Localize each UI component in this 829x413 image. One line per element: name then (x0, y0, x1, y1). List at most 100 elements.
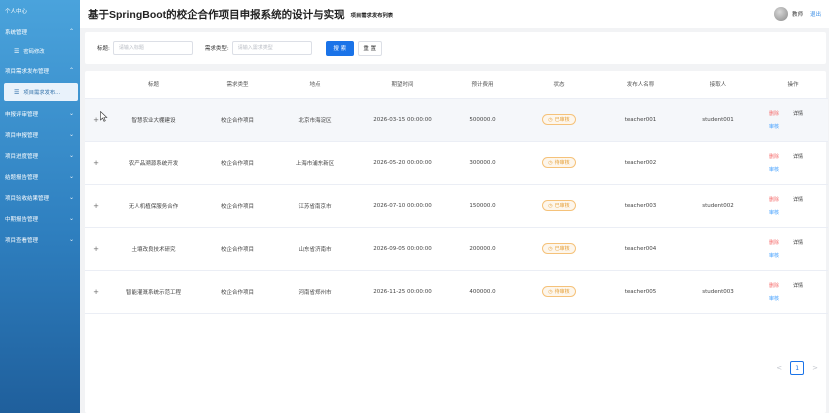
cell-title: 智慧农业大棚建设 (131, 117, 176, 124)
detail-button[interactable]: 详情 (793, 196, 817, 203)
cell-time: 2026-05-20 00:00:00 (373, 159, 432, 166)
logout-link[interactable]: 退出 (810, 10, 821, 18)
cell-receiver: student003 (702, 288, 734, 295)
chevron-down-icon: ⌄ (68, 152, 74, 159)
cell-actions: 删除 详情 审核 (758, 227, 828, 270)
cell-location: 北京市海淀区 (298, 117, 332, 124)
mouse-cursor-icon (100, 111, 108, 122)
chevron-down-icon: ⌄ (68, 110, 74, 117)
sidebar-item-progress[interactable]: 项目进度管理 ⌄ (0, 145, 80, 166)
table-row[interactable]: + 农产品溯源系统开发 校企合作项目 上海市浦东新区 2026-05-20 00:00:… (85, 141, 828, 184)
sidebar-item-profile[interactable]: 个人中心 (0, 0, 80, 21)
chevron-up-icon: ⌃ (68, 28, 74, 35)
chevron-down-icon: ⌄ (68, 236, 74, 243)
menu-icon: ☰ (14, 88, 20, 96)
cell-type: 校企合作项目 (220, 203, 254, 210)
delete-button[interactable]: 删除 (769, 153, 793, 160)
title-label: 标题: (97, 46, 110, 52)
cell-status: ◷ 待审核 (515, 141, 603, 184)
cell-actions: 删除 详情 审核 (758, 98, 828, 141)
audit-button[interactable]: 审核 (769, 252, 793, 259)
reset-button[interactable]: 重 置 (357, 40, 382, 56)
status-text: 已审核 (554, 203, 570, 209)
column-header-cost: 预计费用 (450, 71, 515, 99)
cell-receiver: student002 (702, 202, 734, 209)
clock-icon: ◷ (548, 159, 553, 166)
cell-cost: 300000.0 (469, 159, 496, 166)
detail-button[interactable]: 详情 (793, 153, 817, 160)
audit-button[interactable]: 审核 (769, 209, 793, 216)
table-row[interactable]: + 土壤改良技术研究 校企合作项目 山东省济南市 2026-09-05 00:00:00… (85, 227, 828, 270)
sidebar-item-final-report[interactable]: 结题报告管理 ⌄ (0, 166, 80, 187)
expand-row-icon[interactable]: + (85, 141, 107, 184)
data-table-card: 标题 需求类型 地点 期望时间 预计费用 状态 发布人名称 接取人 操作 + 智慧… (85, 71, 828, 413)
status-text: 待审核 (554, 289, 570, 295)
user-name: 教师 (791, 12, 803, 18)
detail-button[interactable]: 详情 (793, 110, 817, 117)
clock-icon: ◷ (548, 116, 553, 123)
sidebar-item-password[interactable]: ☰ 密码修改 (0, 42, 80, 60)
user-area: 教师 退出 (773, 7, 821, 21)
type-search-input[interactable] (231, 41, 312, 55)
sidebar-item-review[interactable]: 申报评审管理 ⌄ (0, 103, 80, 124)
sidebar-item-acceptance[interactable]: 项目验收结果管理 ⌄ (0, 187, 80, 208)
sidebar-item-demand-publish-list[interactable]: ☰ 项目需求发布... (4, 83, 78, 101)
avatar[interactable] (773, 7, 788, 21)
column-header-type: 需求类型 (200, 71, 275, 99)
cell-time: 2026-09-05 00:00:00 (373, 245, 432, 252)
title-search-input[interactable] (112, 41, 193, 55)
cell-type: 校企合作项目 (220, 160, 254, 167)
clock-icon: ◷ (548, 245, 553, 252)
cell-receiver: student001 (702, 116, 734, 123)
sidebar-item-midterm[interactable]: 中期报告管理 ⌄ (0, 208, 80, 229)
delete-button[interactable]: 删除 (769, 282, 793, 289)
cell-status: ◷ 已审核 (515, 227, 603, 270)
status-badge: ◷ 已审核 (542, 200, 576, 211)
clock-icon: ◷ (548, 288, 553, 295)
search-button[interactable]: 搜 索 (325, 40, 354, 56)
expand-row-icon[interactable]: + (85, 184, 107, 227)
delete-button[interactable]: 删除 (769, 239, 793, 246)
cell-actions: 删除 详情 审核 (758, 270, 828, 313)
sidebar-item-system[interactable]: 系统管理 ⌃ (0, 21, 80, 42)
audit-button[interactable]: 审核 (769, 295, 793, 302)
table-header-row: 标题 需求类型 地点 期望时间 预计费用 状态 发布人名称 接取人 操作 (85, 71, 828, 99)
detail-button[interactable]: 详情 (793, 239, 817, 246)
cell-publisher: teacher002 (624, 159, 657, 166)
sidebar: 个人中心 系统管理 ⌃ ☰ 密码修改 项目需求发布管理 ⌃ ☰ 项目需求发布..… (0, 0, 80, 413)
table-row[interactable]: + 智能灌溉系统示范工程 校企合作项目 河南省郑州市 2026-11-25 00:00:… (85, 270, 828, 313)
search-bar: 标题: 需求类型: 搜 索 重 置 (85, 32, 826, 64)
delete-button[interactable]: 删除 (769, 110, 793, 117)
page-number-button[interactable]: 1 (790, 361, 805, 375)
column-header-expand (85, 71, 107, 99)
audit-button[interactable]: 审核 (769, 123, 793, 130)
delete-button[interactable]: 删除 (769, 196, 793, 203)
cell-cost: 150000.0 (469, 202, 496, 209)
sidebar-item-demand-publish[interactable]: 项目需求发布管理 ⌃ (0, 60, 80, 81)
audit-button[interactable]: 审核 (769, 166, 793, 173)
cell-time: 2026-07-10 00:00:00 (373, 202, 432, 209)
table-row[interactable]: + 智慧农业大棚建设 校企合作项目 北京市海淀区 2026-03-15 00:00:00… (85, 98, 828, 141)
cell-receiver (678, 141, 758, 184)
sidebar-item-label: 系统管理 (5, 29, 28, 36)
table-row[interactable]: + 无人机植保服务合作 校企合作项目 江苏省南京市 2026-07-10 00:00:0… (85, 184, 828, 227)
column-header-location: 地点 (275, 71, 355, 99)
sidebar-item-view[interactable]: 项目查看管理 ⌄ (0, 229, 80, 250)
cell-title: 农产品溯源系统开发 (128, 160, 179, 167)
expand-row-icon[interactable]: + (85, 270, 107, 313)
sidebar-item-label: 项目需求发布管理 (5, 68, 50, 75)
next-page-button[interactable]: > (812, 364, 818, 372)
cell-time: 2026-03-15 00:00:00 (373, 116, 432, 123)
status-badge: ◷ 已审核 (542, 114, 576, 125)
detail-button[interactable]: 详情 (793, 282, 817, 289)
menu-icon: ☰ (14, 47, 20, 55)
cell-location: 河南省郑州市 (298, 289, 332, 296)
cell-actions: 删除 详情 审核 (758, 184, 828, 227)
cell-status: ◷ 已审核 (515, 184, 603, 227)
sidebar-item-label: 密码修改 (23, 49, 45, 55)
prev-page-button[interactable]: < (776, 364, 782, 372)
sidebar-item-apply[interactable]: 项目申报管理 ⌄ (0, 124, 80, 145)
cell-type: 校企合作项目 (220, 289, 254, 296)
cell-location: 江苏省南京市 (298, 203, 332, 210)
expand-row-icon[interactable]: + (85, 227, 107, 270)
